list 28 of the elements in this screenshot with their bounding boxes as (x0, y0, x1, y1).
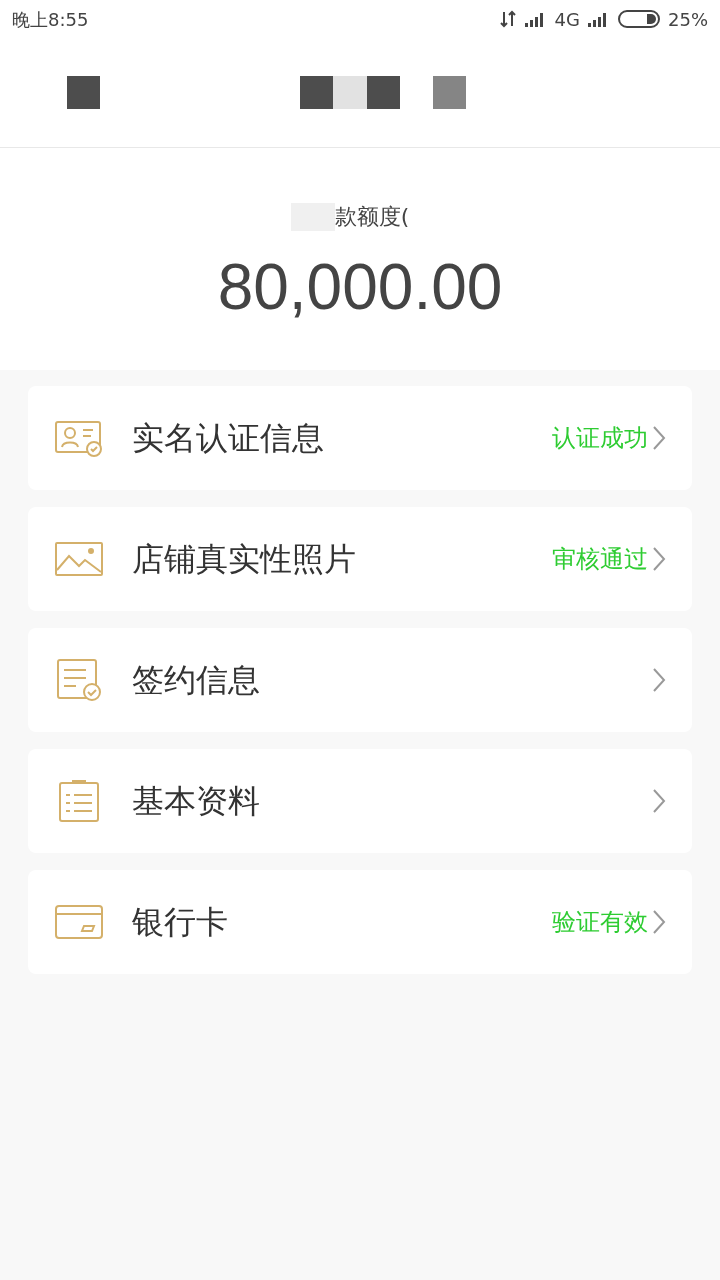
battery-icon (618, 10, 660, 28)
network-type: 4G (554, 7, 580, 32)
limit-label: 款额度( (334, 203, 410, 231)
menu-row[interactable]: 银行卡 验证有效 (28, 870, 692, 974)
redaction-block (433, 76, 466, 109)
status-text: 验证有效 (552, 907, 648, 938)
chevron-right-icon (652, 788, 666, 814)
data-arrows-icon (498, 10, 517, 28)
chevron-right-icon (652, 425, 666, 451)
menu-row[interactable]: 签约信息 (28, 628, 692, 732)
limit-amount: 80,000.00 (217, 255, 503, 319)
redaction-block (67, 76, 100, 109)
menu-row[interactable]: 实名认证信息 认证成功 (28, 386, 692, 490)
status-text: 认证成功 (552, 423, 648, 454)
chevron-right-icon (652, 667, 666, 693)
row-title: 实名认证信息 (132, 418, 325, 459)
document-check-icon (54, 658, 104, 702)
row-title: 店铺真实性照片 (132, 539, 357, 580)
status-text: 审核通过 (552, 544, 648, 575)
status-time: 晚上8:55 (12, 7, 89, 32)
battery-percent: 25% (668, 7, 708, 32)
row-title: 签约信息 (132, 660, 261, 701)
menu-row[interactable]: 店铺真实性照片 审核通过 (28, 507, 692, 611)
menu-row[interactable]: 基本资料 (28, 749, 692, 853)
row-title: 基本资料 (132, 781, 261, 822)
row-title: 银行卡 (132, 902, 229, 943)
chevron-right-icon (652, 909, 666, 935)
chevron-right-icon (652, 546, 666, 572)
